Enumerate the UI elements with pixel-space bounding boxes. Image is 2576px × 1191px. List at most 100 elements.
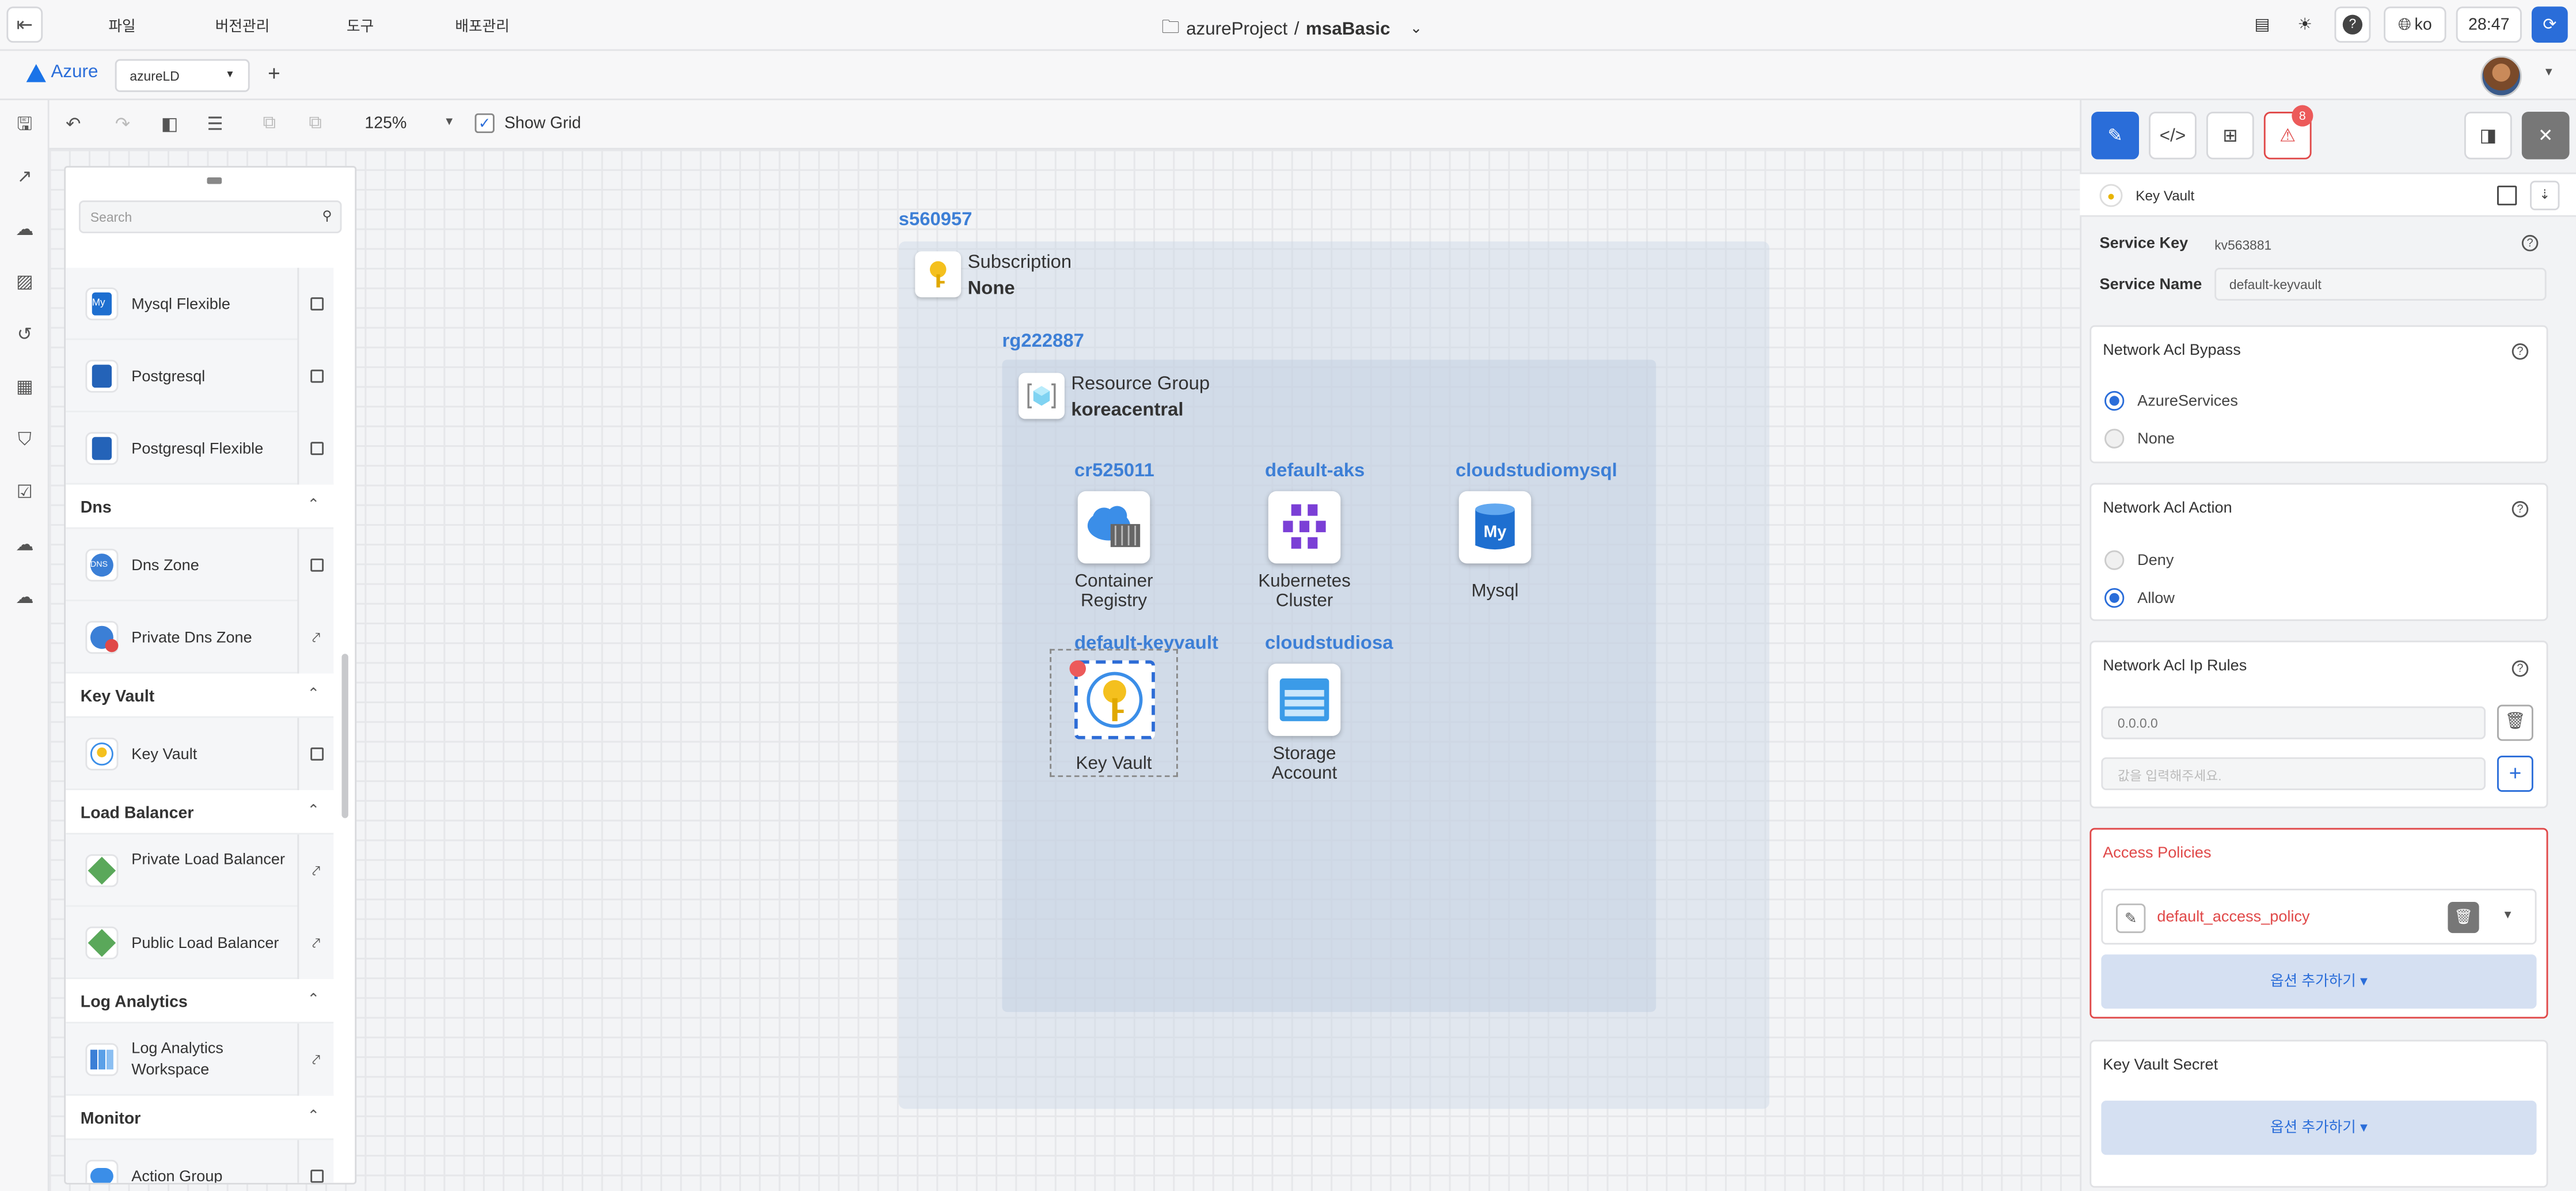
node-id-container-registry[interactable]: cr525011 xyxy=(1074,462,1154,481)
connect-link-icon[interactable]: ⤤ xyxy=(297,1023,334,1096)
section-header-dns[interactable]: Dns ⌃ xyxy=(66,486,334,529)
palette-scrollbar[interactable] xyxy=(341,654,348,818)
undo-icon[interactable]: ↶ xyxy=(66,113,81,135)
key-vault-node[interactable] xyxy=(1074,660,1155,739)
shield-check-icon[interactable]: ⛉ xyxy=(13,428,36,452)
delete-policy-button[interactable]: 🗑︎ xyxy=(2448,901,2479,934)
palette-item-postgresql[interactable]: Postgresql xyxy=(66,340,334,412)
checklist-icon[interactable]: ☑ xyxy=(13,481,36,505)
edit-icon[interactable]: ✎ xyxy=(2116,903,2146,934)
tab-properties[interactable]: ✎ xyxy=(2091,111,2139,160)
section-header-load-balancer[interactable]: Load Balancer ⌃ xyxy=(66,791,334,835)
palette-item-action-group[interactable]: Action Group xyxy=(66,1140,334,1183)
paste-icon[interactable]: ⧉ xyxy=(309,113,321,135)
subscription-key-icon[interactable] xyxy=(915,251,962,298)
palette-item-key-vault[interactable]: Key Vault xyxy=(66,718,334,791)
cloud-upload-icon[interactable]: ☁ xyxy=(13,218,36,241)
radio-azure-services[interactable] xyxy=(2104,390,2125,411)
tab-code[interactable]: </> xyxy=(2149,111,2197,160)
copy-icon[interactable]: ⧉ xyxy=(263,113,276,135)
menu-version-control[interactable]: 버전관리 xyxy=(215,15,270,36)
help-button[interactable]: ? xyxy=(2334,6,2371,43)
radio-allow[interactable] xyxy=(2104,588,2125,608)
history-icon[interactable]: ↺ xyxy=(13,324,36,347)
theme-sun-icon[interactable]: ☀ xyxy=(2290,6,2320,43)
access-policy-row[interactable]: ✎ default_access_policy 🗑︎ ▼ xyxy=(2101,889,2537,945)
section-header-monitor[interactable]: Monitor ⌃ xyxy=(66,1097,334,1140)
delete-ip-rule-button[interactable]: 🗑︎ xyxy=(2497,704,2533,741)
node-id-kubernetes[interactable]: default-aks xyxy=(1265,462,1365,481)
chevron-up-icon[interactable]: ⌃ xyxy=(307,991,320,1008)
language-button[interactable]: 🌐︎ ko xyxy=(2384,6,2446,43)
cloud-deploy-icon[interactable]: ☁ xyxy=(13,534,36,557)
menu-deploy[interactable]: 배포관리 xyxy=(455,15,510,36)
connect-link-icon[interactable]: ⤤ xyxy=(297,906,334,980)
add-ip-rule-button[interactable]: + xyxy=(2497,756,2533,792)
palette-item-mysql-flexible[interactable]: My Mysql Flexible xyxy=(66,267,334,340)
exit-button[interactable]: ⇤ xyxy=(6,6,43,43)
connect-link-icon[interactable]: ⤤ xyxy=(297,835,334,907)
project-title[interactable]: 🗀 azureProject / msaBasic ⌄ xyxy=(1161,13,1422,44)
subscription-id[interactable]: s560957 xyxy=(899,210,972,230)
add-workspace-button[interactable]: + xyxy=(268,61,280,86)
add-checkbox[interactable] xyxy=(297,718,334,791)
section-header-key-vault[interactable]: Key Vault ⌃ xyxy=(66,675,334,718)
add-checkbox[interactable] xyxy=(297,412,334,485)
palette-item-private-dns-zone[interactable]: Private Dns Zone ⤤ xyxy=(66,601,334,674)
mysql-icon[interactable]: My xyxy=(1458,491,1532,564)
node-id-mysql[interactable]: cloudstudiomysql xyxy=(1456,462,1617,481)
menu-file[interactable]: 파일 xyxy=(108,15,135,36)
kubernetes-cluster-icon[interactable] xyxy=(1268,491,1341,564)
add-option-button[interactable]: 옵션 추가하기 ▾ xyxy=(2101,1101,2537,1155)
export-icon[interactable]: ↗ xyxy=(13,166,36,189)
node-id-storage[interactable]: cloudstudiosa xyxy=(1265,634,1393,654)
container-registry-icon[interactable] xyxy=(1077,491,1150,564)
redo-icon[interactable]: ↷ xyxy=(115,113,130,135)
chevron-up-icon[interactable]: ⌃ xyxy=(307,496,320,514)
palette-search-input[interactable]: Search ⚲ xyxy=(78,200,342,234)
chevron-up-icon[interactable]: ⌃ xyxy=(307,685,320,703)
show-grid-checkbox[interactable]: ✓ xyxy=(474,113,495,134)
zoom-level[interactable]: 125% xyxy=(364,115,406,133)
add-option-button[interactable]: 옵션 추가하기 ▾ xyxy=(2101,954,2537,1009)
add-checkbox[interactable] xyxy=(297,1140,334,1183)
avatar[interactable] xyxy=(2480,55,2522,97)
image-icon[interactable]: ▨ xyxy=(13,271,36,294)
avatar-caret-icon[interactable]: ▼ xyxy=(2543,67,2555,79)
workspace-select[interactable]: azureLD ▼ xyxy=(115,59,250,92)
toggle-panel-button[interactable]: ◨ xyxy=(2464,111,2512,160)
caret-down-icon[interactable]: ▼ xyxy=(2502,910,2514,921)
cloud-icon[interactable]: ☁ xyxy=(13,586,36,609)
menu-tools[interactable]: 도구 xyxy=(347,15,374,36)
chevron-down-icon[interactable]: ⌄ xyxy=(1410,20,1423,37)
help-icon[interactable]: ? xyxy=(2521,234,2539,252)
add-checkbox[interactable] xyxy=(297,340,334,412)
help-icon[interactable]: ? xyxy=(2512,500,2529,518)
add-checkbox[interactable] xyxy=(297,267,334,340)
palette-item-dns-zone[interactable]: DNS Dns Zone xyxy=(66,529,334,601)
close-panel-button[interactable]: ✕ xyxy=(2521,111,2570,160)
zoom-caret-icon[interactable]: ▼ xyxy=(443,117,455,128)
palette-item-private-load-balancer[interactable]: Private Load Balancer ⤤ xyxy=(66,835,334,907)
section-header-log-analytics[interactable]: Log Analytics ⌃ xyxy=(66,980,334,1024)
document-icon[interactable]: ▤ xyxy=(2247,6,2277,43)
ip-rule-input[interactable]: 0.0.0.0 xyxy=(2101,706,2486,739)
help-icon[interactable]: ? xyxy=(2512,343,2529,360)
radio-deny[interactable] xyxy=(2104,550,2125,570)
tab-tree[interactable]: ⊞ xyxy=(2206,111,2254,160)
chevron-up-icon[interactable]: ⌃ xyxy=(307,802,320,820)
resource-group-id[interactable]: rg222887 xyxy=(1002,332,1084,351)
storage-account-icon[interactable] xyxy=(1268,663,1341,736)
layout-icon[interactable]: ◧ xyxy=(161,113,178,135)
sort-icon[interactable]: ⇣ xyxy=(2530,180,2560,211)
new-ip-rule-input[interactable]: 값을 입력해주세요. xyxy=(2101,757,2486,791)
help-icon[interactable]: ? xyxy=(2512,660,2529,677)
palette-item-log-analytics[interactable]: Log Analytics Workspace ⤤ xyxy=(66,1023,334,1096)
expand-icon[interactable] xyxy=(2497,185,2517,206)
indent-icon[interactable]: ☰ xyxy=(207,113,223,135)
resource-group-icon[interactable] xyxy=(1019,373,1065,419)
chevron-up-icon[interactable]: ⌃ xyxy=(307,1107,320,1125)
add-checkbox[interactable] xyxy=(297,529,334,601)
palette-item-public-load-balancer[interactable]: Public Load Balancer ⤤ xyxy=(66,906,334,980)
save-icon[interactable]: 🖫 xyxy=(13,113,36,136)
